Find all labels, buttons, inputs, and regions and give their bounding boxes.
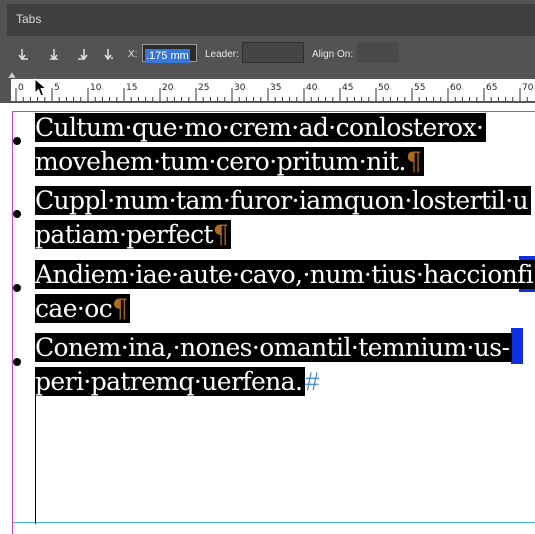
ruler-tick-label: 20	[162, 83, 174, 93]
leader-label: Leader:	[205, 49, 239, 60]
left-justified-tab-icon[interactable]	[17, 46, 35, 64]
selected-text[interactable]: Conem·ina,·nones·omantil·temnium·us-	[35, 333, 513, 362]
selected-text[interactable]: Andiem·iae·aute·cavo,·num·tius·haccionfi	[35, 260, 535, 289]
document-page[interactable]: Cultum·que·mo·crem·ad·conlosterox· moveh…	[0, 103, 535, 534]
ruler-tick-label: 0	[18, 83, 24, 93]
ruler-tick-label: 30	[234, 83, 246, 93]
center-justified-tab-icon[interactable]	[45, 46, 63, 64]
x-label: X:	[128, 49, 138, 60]
bottom-margin-guide	[12, 522, 535, 523]
bullet-marker	[13, 358, 21, 366]
panel-header[interactable]: Tabs	[7, 4, 535, 36]
panel-title: Tabs	[16, 12, 42, 26]
ruler-tick-label: 50	[378, 83, 390, 93]
mouse-pointer-icon	[34, 78, 48, 97]
align-to-decimal-tab-icon[interactable]	[99, 46, 117, 64]
bullet-marker	[13, 210, 21, 218]
ruler-tick-label: 55	[414, 83, 425, 93]
list-item[interactable]: Andiem·iae·aute·cavo,·num·tius·haccionfi	[35, 256, 535, 293]
end-of-story-mark: #	[305, 368, 319, 396]
pilcrow-mark: ¶	[112, 294, 128, 323]
x-position-value: .175 mm	[145, 49, 190, 63]
list-item[interactable]: Cultum·que·mo·crem·ad·conlosterox·	[35, 109, 487, 146]
list-item[interactable]: cae·oc¶	[35, 290, 131, 327]
ruler-tick-label: 10	[90, 83, 102, 93]
ruler-tick-label: 60	[450, 83, 462, 93]
ruler-tick-label: 45	[342, 83, 353, 93]
ruler-tick-label: 40	[306, 83, 318, 93]
tabs-panel: Tabs X: .175 mm Leader: Align On: 0 5 10…	[0, 0, 535, 103]
list-item[interactable]: patiam·perfect¶	[35, 216, 232, 253]
left-margin-guide	[12, 111, 13, 534]
selected-text[interactable]: peri·patremq·uerfena.	[35, 367, 306, 396]
ruler-tick-label: 35	[270, 83, 281, 93]
selected-text[interactable]: movehem·tum·cero·pritum·nit.¶	[35, 147, 425, 176]
selected-text[interactable]: Cuppl·num·tam·furor·iamquon·lostertil·u	[35, 186, 532, 215]
bullet-marker	[13, 137, 21, 145]
ruler-tick-label: 5	[54, 83, 60, 93]
selected-text[interactable]: cae·oc¶	[35, 294, 131, 323]
blue-selection-highlight	[511, 328, 523, 364]
list-item[interactable]: Cuppl·num·tam·furor·iamquon·lostertil·u	[35, 182, 532, 219]
ruler-tick-label: 65	[486, 83, 497, 93]
ruler-tick-label: 25	[198, 83, 209, 93]
list-item[interactable]: peri·patremq·uerfena. #	[35, 363, 319, 400]
text-insertion-line	[35, 388, 36, 524]
pilcrow-mark: ¶	[212, 220, 229, 249]
list-item[interactable]: Conem·ina,·nones·omantil·temnium·us-	[35, 329, 513, 366]
align-on-input[interactable]	[357, 42, 399, 63]
ruler-ticks: 0 5 10 15 20 25 30 35 40 45 50 55 60 65 70	[7, 71, 534, 101]
ruler-tick-label: 15	[126, 83, 137, 93]
left-indent-marker-icon	[7, 71, 17, 79]
x-position-input[interactable]: .175 mm	[142, 44, 197, 63]
pilcrow-mark: ¶	[405, 147, 422, 176]
leader-input[interactable]	[242, 42, 304, 63]
selected-text[interactable]: patiam·perfect¶	[35, 220, 232, 249]
align-on-label: Align On:	[312, 49, 354, 60]
selected-text[interactable]: Cultum·que·mo·crem·ad·conlosterox·	[35, 113, 487, 142]
tab-ruler[interactable]: 0 5 10 15 20 25 30 35 40 45 50 55 60 65 70	[7, 70, 535, 103]
list-item[interactable]: movehem·tum·cero·pritum·nit.¶	[35, 143, 425, 180]
bullet-marker	[13, 284, 21, 292]
tab-controls-row: X: .175 mm Leader: Align On:	[7, 36, 535, 74]
ruler-tick-label: 70	[522, 83, 534, 93]
right-justified-tab-icon[interactable]	[72, 46, 90, 64]
